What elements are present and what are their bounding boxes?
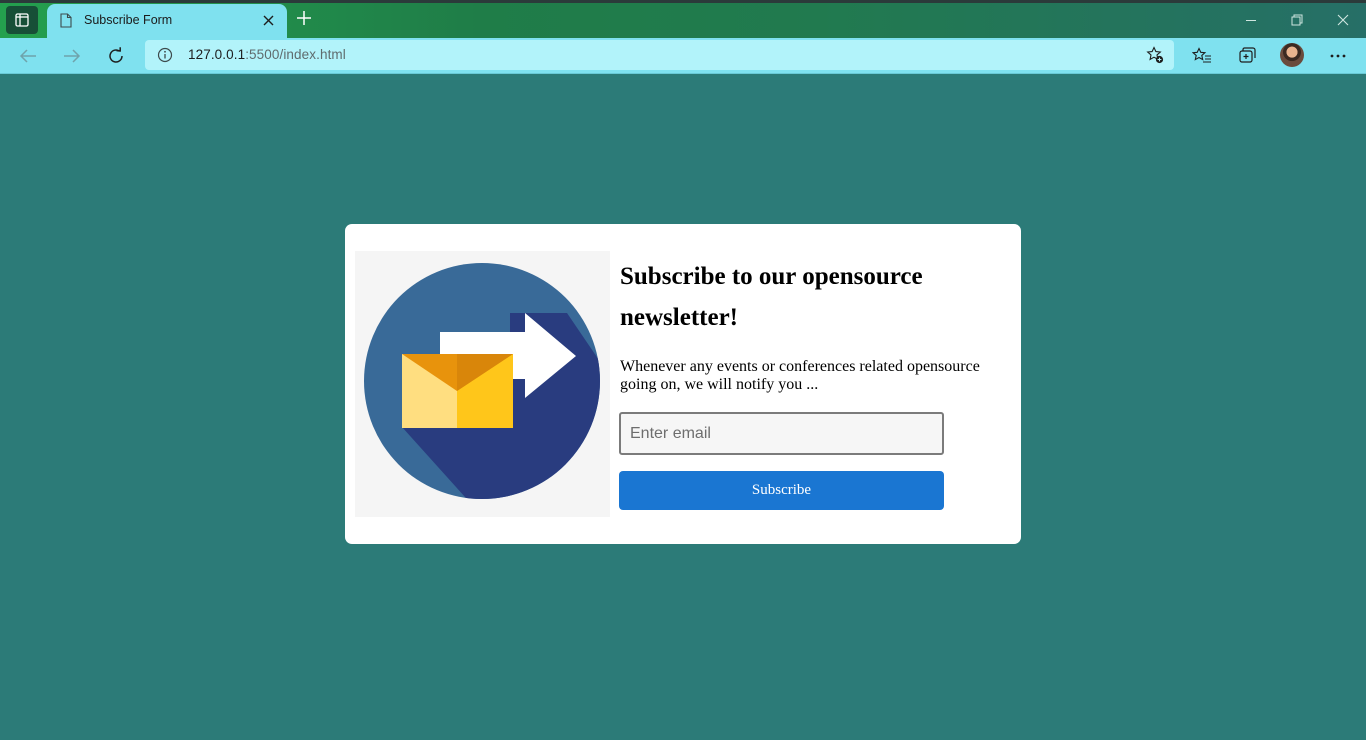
refresh-icon <box>109 47 123 63</box>
tab-actions-icon <box>15 13 29 27</box>
browser-tab[interactable]: Subscribe Form <box>47 4 287 38</box>
title-bar-edge <box>0 0 1366 3</box>
subscribe-card: Subscribe to our opensource newsletter! … <box>345 224 1021 544</box>
email-field[interactable] <box>619 412 944 455</box>
tab-actions-button[interactable] <box>6 6 38 34</box>
info-icon[interactable] <box>157 47 173 63</box>
email-send-icon <box>364 263 600 499</box>
close-icon[interactable] <box>263 15 274 26</box>
form-description: Whenever any events or conferences relat… <box>620 358 980 393</box>
favorites-button[interactable] <box>1189 43 1215 69</box>
more-icon <box>1330 54 1346 58</box>
forward-button[interactable] <box>58 42 86 70</box>
browser-title-bar: Subscribe Form <box>0 0 1366 38</box>
collections-button[interactable] <box>1233 43 1259 69</box>
form-heading: Subscribe to our opensource newsletter! <box>620 263 923 331</box>
address-bar[interactable]: 127.0.0.1:5500/index.html <box>145 40 1174 70</box>
star-add-icon[interactable] <box>1146 46 1164 64</box>
profile-avatar[interactable] <box>1280 43 1304 67</box>
window-close-icon <box>1337 14 1349 26</box>
more-button[interactable] <box>1325 43 1351 69</box>
url-path: :5500/index.html <box>245 47 346 62</box>
refresh-button[interactable] <box>102 42 130 70</box>
plus-icon[interactable] <box>296 10 312 26</box>
newsletter-illustration <box>355 251 610 517</box>
back-button[interactable] <box>14 42 42 70</box>
url-host: 127.0.0.1 <box>188 47 246 62</box>
back-arrow-icon <box>19 49 36 63</box>
subscribe-button[interactable]: Subscribe <box>619 471 944 510</box>
favorites-icon <box>1192 47 1211 63</box>
minimize-button[interactable] <box>1241 10 1261 30</box>
minimize-icon <box>1246 20 1256 21</box>
forward-arrow-icon <box>64 49 81 63</box>
document-icon <box>60 13 72 28</box>
restore-icon <box>1291 14 1303 26</box>
collections-icon <box>1239 47 1256 63</box>
window-close-button[interactable] <box>1333 10 1353 30</box>
url-text[interactable]: 127.0.0.1:5500/index.html <box>188 47 346 62</box>
tab-title: Subscribe Form <box>84 13 173 27</box>
address-toolbar: 127.0.0.1:5500/index.html <box>0 38 1366 74</box>
restore-button[interactable] <box>1287 10 1307 30</box>
